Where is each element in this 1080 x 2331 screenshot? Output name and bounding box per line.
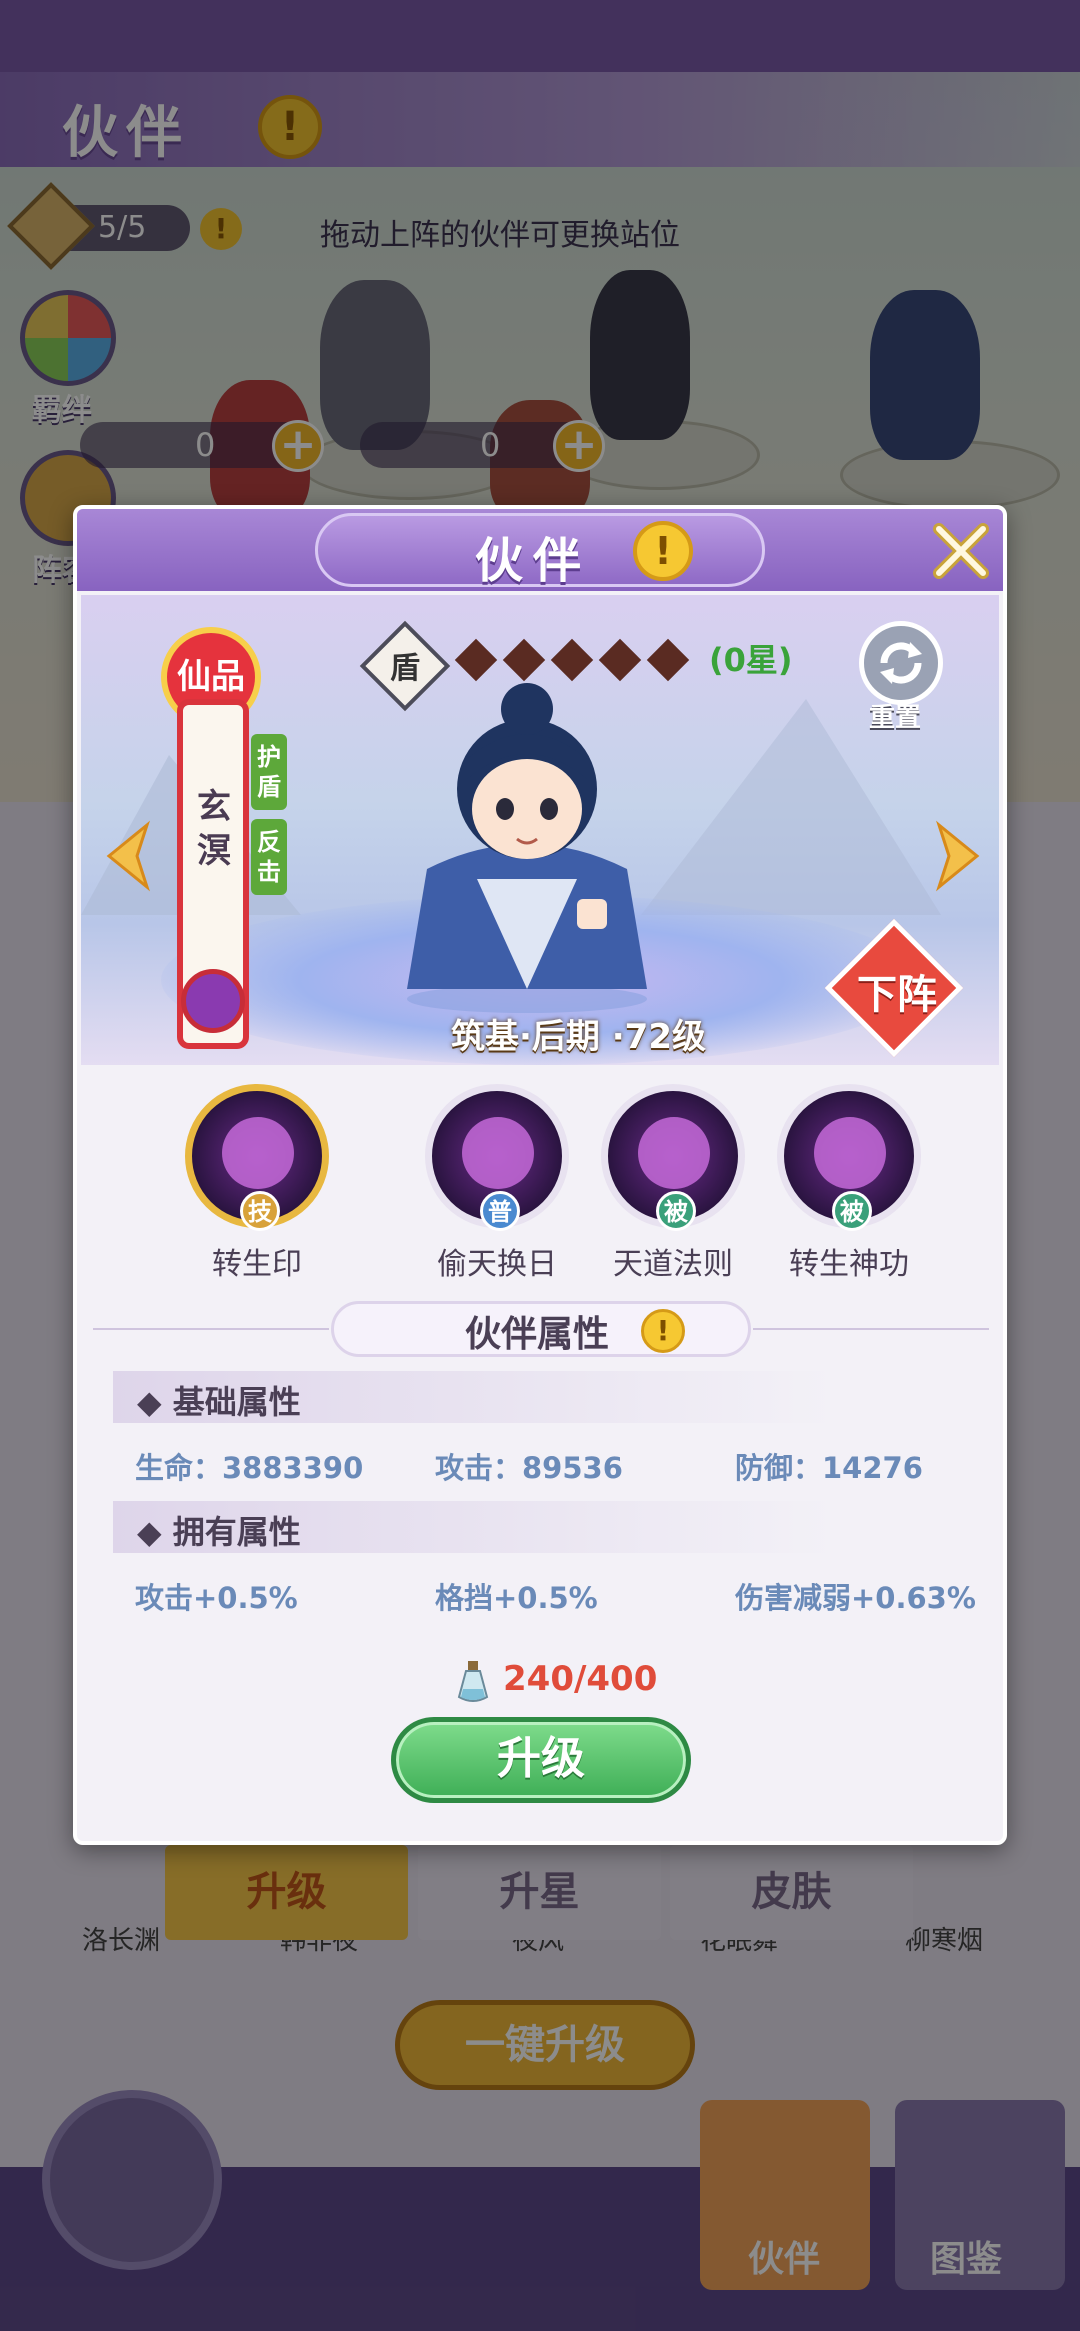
prev-partner-arrow-icon[interactable] — [97, 819, 153, 893]
sect-emblem-icon — [181, 969, 245, 1033]
hero-level: 筑基·后期 ·72级 — [451, 1017, 706, 1057]
skill-name: 偷天换日 — [437, 1247, 557, 1282]
attributes-title: 伙伴属性 — [465, 1314, 610, 1355]
attr-attack: 攻击：89536 — [435, 1451, 623, 1485]
skill-name: 转生印 — [212, 1247, 302, 1282]
unequip-label: 下阵 — [857, 972, 937, 1018]
skill-name: 转生神功 — [789, 1247, 909, 1282]
potion-icon — [457, 1661, 489, 1702]
upgrade-button[interactable]: 升级 — [391, 1717, 691, 1803]
close-icon[interactable] — [929, 519, 993, 583]
skill-rebirth-icon — [814, 1117, 886, 1189]
owned-attack: 攻击+0.5% — [135, 1581, 298, 1615]
skill-shield-icon — [638, 1117, 710, 1189]
attr-hp: 生命：3883390 — [135, 1451, 364, 1485]
skill-type-badge: 技 — [240, 1191, 280, 1231]
skill-hand-icon — [462, 1117, 534, 1189]
skill-rebirth-seal-icon — [222, 1117, 294, 1189]
basic-attributes-header: ◆ 基础属性 — [113, 1371, 833, 1423]
next-partner-arrow-icon[interactable] — [933, 819, 989, 893]
attributes-help-icon[interactable]: ! — [641, 1309, 685, 1353]
refresh-icon — [880, 642, 922, 684]
skill-slot-3[interactable]: 被 — [601, 1084, 745, 1231]
tag-shield: 护盾 — [251, 734, 287, 810]
dialog-help-icon[interactable]: ! — [633, 521, 693, 581]
skill-slot-2[interactable]: 普 — [425, 1084, 569, 1231]
skill-name: 天道法则 — [613, 1247, 733, 1282]
skill-slot-4[interactable]: 被 — [777, 1084, 921, 1231]
attr-defense: 防御：14276 — [735, 1451, 923, 1485]
star-count: (0星) — [709, 641, 793, 679]
basic-attributes-title: ◆ 基础属性 — [137, 1383, 301, 1421]
upgrade-cost: 240/400 — [503, 1659, 658, 1699]
owned-damage-reduction: 伤害减弱+0.63% — [735, 1581, 976, 1615]
hero-name: 玄溟 — [197, 787, 231, 871]
skill-type-badge: 被 — [656, 1191, 696, 1231]
hero-portrait — [407, 683, 647, 1013]
tag-counter: 反击 — [251, 819, 287, 895]
owned-attributes-header: ◆ 拥有属性 — [113, 1501, 833, 1553]
dialog-title: 伙伴 — [475, 533, 592, 589]
skill-type-badge: 被 — [832, 1191, 872, 1231]
owned-block: 格挡+0.5% — [435, 1581, 598, 1615]
reset-label: 重置 — [869, 703, 922, 733]
reset-button[interactable] — [859, 621, 943, 705]
skill-type-badge: 普 — [480, 1191, 520, 1231]
partner-detail-dialog: 伙伴 ! 仙品 玄溟 护盾 反击 盾 (0星) 重置 筑基·后期 ·72级 下阵… — [73, 505, 1007, 1845]
divider — [93, 1328, 329, 1330]
divider — [753, 1328, 989, 1330]
skill-slot-1[interactable]: 技 — [185, 1084, 329, 1231]
owned-attributes-title: ◆ 拥有属性 — [137, 1513, 301, 1551]
